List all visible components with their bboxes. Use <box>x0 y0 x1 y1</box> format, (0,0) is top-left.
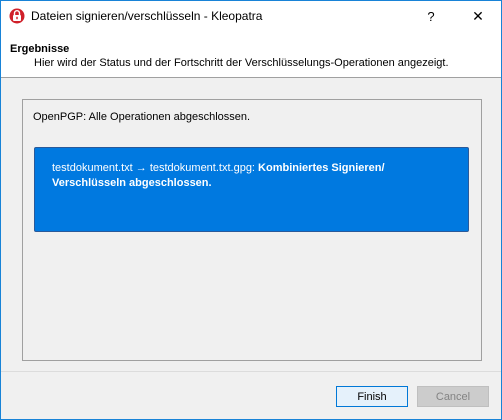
page-header: Ergebnisse Hier wird der Status und der … <box>1 31 501 77</box>
close-button[interactable]: ✕ <box>455 1 501 31</box>
kleopatra-icon <box>9 8 25 24</box>
result-text: testdokument.txt → testdokument.txt.gpg:… <box>52 161 452 191</box>
results-panel: OpenPGP: Alle Operationen abgeschlossen.… <box>22 99 482 361</box>
status-label: OpenPGP: Alle Operationen abgeschlossen. <box>33 111 251 123</box>
dialog-window: Dateien signieren/verschlüsseln - Kleopa… <box>0 0 502 420</box>
result-files: testdokument.txt → testdokument.txt.gpg: <box>52 162 259 174</box>
window-title: Dateien signieren/verschlüsseln - Kleopa… <box>31 9 263 23</box>
help-button[interactable]: ? <box>408 1 454 31</box>
title-bar[interactable]: Dateien signieren/verschlüsseln - Kleopa… <box>1 1 501 31</box>
header-divider <box>1 77 501 78</box>
page-title: Ergebnisse <box>10 43 70 55</box>
result-item[interactable]: testdokument.txt → testdokument.txt.gpg:… <box>34 147 469 232</box>
cancel-button[interactable]: Cancel <box>417 386 489 407</box>
footer-divider <box>1 371 501 372</box>
page-subtitle: Hier wird der Status und der Fortschritt… <box>34 57 449 69</box>
finish-button[interactable]: Finish <box>336 386 408 407</box>
